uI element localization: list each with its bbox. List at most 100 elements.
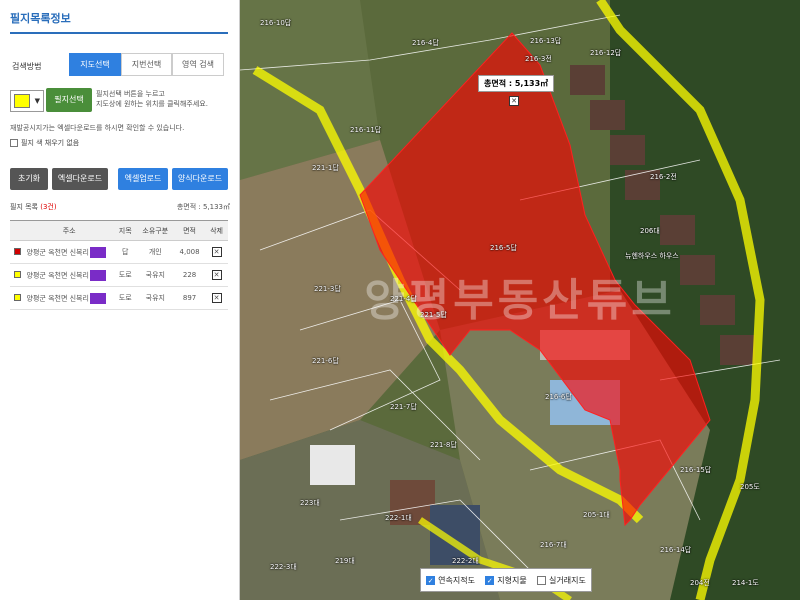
map-label: 216-7대 [540, 541, 567, 549]
map-view[interactable]: 216-10답 216-4답 216-13답 216-11답 216-12답 2… [240, 0, 800, 600]
parcel-color-swatch [13, 247, 21, 255]
map-label: 221-6답 [312, 357, 339, 365]
col-color [10, 220, 25, 241]
map-label: 206대 [640, 227, 660, 235]
row-owner: 개인 [136, 240, 174, 264]
layer-label: 실거래지도 [549, 575, 586, 585]
map-label: 219대 [335, 557, 355, 565]
row-jimok: 답 [113, 240, 137, 264]
list-count: (3건) [40, 203, 57, 211]
map-label: 216-14답 [660, 546, 692, 554]
row-address: 양평군 옥천면 신복리 [26, 248, 89, 256]
map-label: 216-6답 [545, 393, 572, 401]
map-label: 204전 [690, 579, 710, 587]
help-line-2: 지도상에 원하는 위치를 클릭해주세요. [96, 100, 208, 108]
map-label: 222-3대 [270, 563, 297, 571]
panel-title: 필지목록정보 [10, 10, 228, 34]
map-label: 216-5답 [490, 244, 517, 252]
parcel-color-swatch [13, 270, 21, 278]
layer-label: 지형지물 [497, 575, 527, 585]
map-label: 221-8답 [430, 441, 457, 449]
row-area: 4,008 [173, 240, 206, 264]
layer-terrain[interactable]: ✓ 지형지물 [485, 575, 527, 586]
map-label: 216-4답 [412, 39, 439, 47]
col-delete: 삭제 [205, 220, 228, 241]
delete-icon[interactable]: ✕ [211, 293, 222, 303]
close-icon[interactable]: ✕ [509, 96, 519, 106]
map-label: 216-2전 [650, 173, 677, 181]
map-label: 216-15답 [680, 466, 712, 474]
row-address: 양평군 옥천면 신복리 [26, 271, 89, 279]
row-address: 양평군 옥천면 신복리 [26, 294, 89, 302]
col-owner: 소유구분 [136, 220, 174, 241]
delete-icon[interactable]: ✕ [211, 247, 222, 257]
parcel-list-panel: 필지목록정보 검색방법 지도선택 지번선택 영역 검색 ▼ 필지선택 필지선택 … [0, 0, 240, 600]
map-label: 216-12답 [590, 49, 622, 57]
map-label: 222-1대 [385, 514, 412, 522]
fill-none-label: 필지 색 채우기 없음 [21, 139, 80, 147]
color-swatch [14, 94, 30, 108]
checkbox-checked-icon[interactable]: ✓ [426, 575, 436, 585]
map-label: 223대 [300, 499, 320, 507]
map-label: 216-13답 [530, 37, 562, 45]
watermark: 양평부동산튜브 [364, 275, 676, 326]
table-row[interactable]: 양평군 옥천면 신복리 도로 국유지 228 ✕ [10, 263, 228, 287]
redacted-lot-number [89, 246, 106, 258]
map-label: 214-1도 [732, 579, 759, 587]
delete-icon[interactable]: ✕ [211, 270, 222, 280]
map-label: 221-7답 [390, 403, 417, 411]
search-method-row: 검색방법 지도선택 지번선택 영역 검색 [10, 53, 230, 77]
parcel-select-button[interactable]: 필지선택 [46, 88, 92, 112]
building [310, 445, 355, 485]
excel-upload-button[interactable]: 엑셀업로드 [118, 168, 168, 190]
map-label: 뉴헨하우스 하우스 [625, 252, 679, 260]
total-area: 총면적 : 5,133㎡ [176, 203, 230, 211]
row-owner: 국유지 [136, 286, 174, 310]
row-owner: 국유지 [136, 263, 174, 287]
total-area-tooltip: 총면적 : 5,133㎡ [478, 75, 555, 92]
row-jimok: 도로 [113, 263, 137, 287]
redacted-lot-number [89, 292, 106, 304]
tab-map-select[interactable]: 지도선택 [69, 53, 121, 76]
fill-none-checkbox-row[interactable]: 필지 색 채우기 없음 [10, 138, 79, 148]
parcel-table: 주소 지목 소유구분 면적 삭제 양평군 옥천면 신복리 답 개인 4,008 … [10, 220, 228, 310]
list-header: 필지 목록 (3건) 총면적 : 5,133㎡ [10, 202, 230, 212]
fill-none-checkbox[interactable] [10, 139, 18, 147]
list-title: 필지 목록 [10, 203, 38, 211]
parcel-color-swatch [13, 293, 21, 301]
layer-transactions[interactable]: 실거래지도 [537, 575, 586, 586]
map-label: 216-3전 [525, 55, 552, 63]
map-label: 222-2대 [452, 557, 479, 565]
color-picker[interactable]: ▼ [10, 90, 44, 112]
map-label: 216-10답 [260, 19, 292, 27]
search-method-label: 검색방법 [12, 62, 42, 71]
map-label: 221-1답 [312, 164, 339, 172]
reset-button[interactable]: 초기화 [10, 168, 48, 190]
help-line-1: 필지선택 버튼을 누르고 [96, 90, 165, 98]
row-area: 897 [173, 286, 206, 310]
tab-area-search[interactable]: 영역 검색 [172, 53, 224, 76]
table-header-row: 주소 지목 소유구분 면적 삭제 [10, 220, 228, 241]
excel-download-button[interactable]: 엑셀다운로드 [52, 168, 108, 190]
map-label: 205도 [740, 483, 760, 491]
row-area: 228 [173, 263, 206, 287]
help-text: 필지선택 버튼을 누르고 지도상에 원하는 위치를 클릭해주세요. [96, 89, 232, 109]
col-jimok: 지목 [113, 220, 137, 241]
chevron-down-icon: ▼ [34, 97, 40, 105]
map-label: 205-1대 [583, 511, 610, 519]
tab-lot-select[interactable]: 지번선택 [121, 53, 172, 76]
checkbox-checked-icon[interactable]: ✓ [485, 575, 495, 585]
form-download-button[interactable]: 양식다운로드 [172, 168, 228, 190]
col-address: 주소 [24, 220, 114, 241]
redacted-lot-number [89, 269, 106, 281]
map-label: 216-11답 [350, 126, 382, 134]
checkbox-icon[interactable] [537, 575, 546, 585]
layer-label: 연속지적도 [438, 575, 475, 585]
table-row[interactable]: 양평군 옥천면 신복리 도로 국유지 897 ✕ [10, 286, 228, 310]
row-jimok: 도로 [113, 286, 137, 310]
notice-text: 재발공시지가는 엑셀다운로드를 하시면 확인할 수 있습니다. [10, 124, 185, 132]
layer-toggle-bar: ✓ 연속지적도 ✓ 지형지물 실거래지도 [420, 568, 592, 592]
layer-cadastral[interactable]: ✓ 연속지적도 [426, 575, 475, 586]
col-area: 면적 [173, 220, 206, 241]
table-row[interactable]: 양평군 옥천면 신복리 답 개인 4,008 ✕ [10, 240, 228, 264]
